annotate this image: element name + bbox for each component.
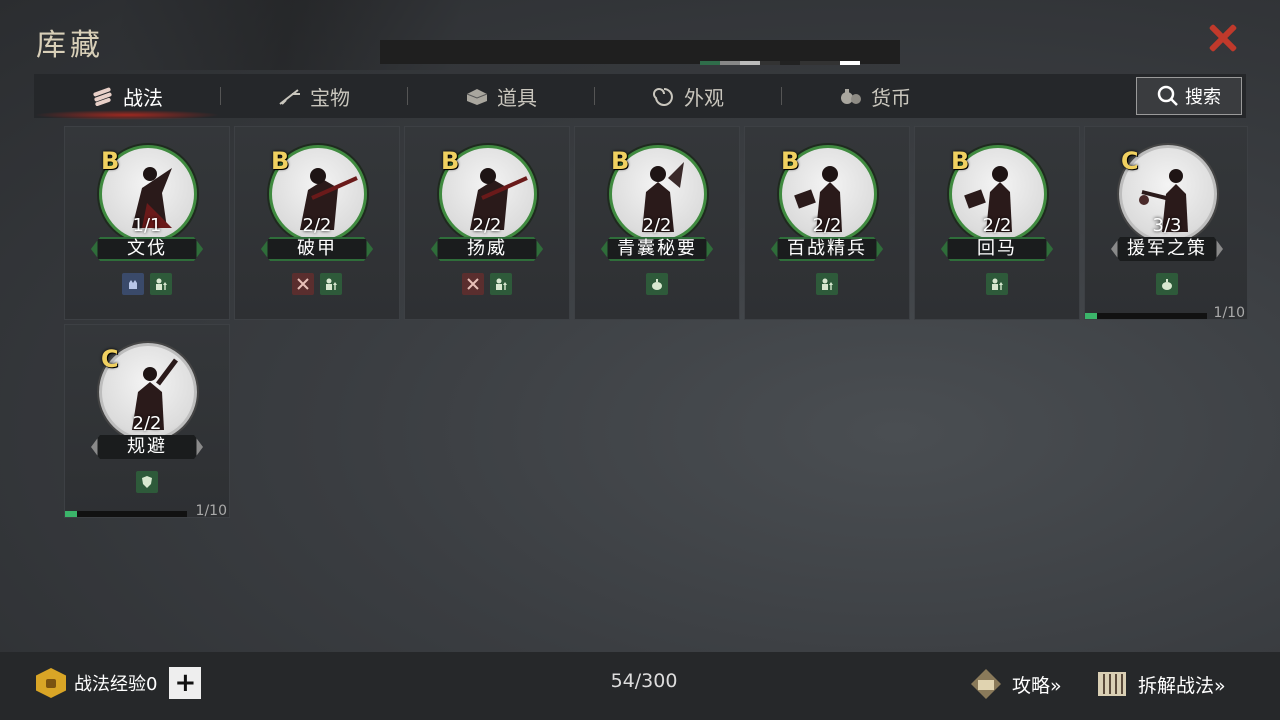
soldier-up-icon xyxy=(490,273,512,295)
disassemble-button[interactable]: 拆解战法» xyxy=(1094,664,1226,704)
disassemble-label: 拆解战法» xyxy=(1138,674,1226,697)
tactic-name: 援军之策 xyxy=(1111,237,1223,261)
tab-label: 宝物 xyxy=(310,85,350,110)
tab-waiguan[interactable]: 外观 xyxy=(595,74,781,118)
tab-baowu[interactable]: 宝物 xyxy=(221,74,407,118)
weapon-icon xyxy=(279,89,300,105)
scroll-bundle-icon xyxy=(93,87,112,106)
soldier-up-icon xyxy=(816,273,838,295)
upgrade-progress-bar xyxy=(65,511,187,517)
teapot-icon xyxy=(1156,273,1178,295)
grade-badge: B xyxy=(611,147,630,175)
strategy-guide-button[interactable]: 攻略» xyxy=(968,664,1062,704)
crossed-swords-icon xyxy=(462,273,484,295)
tactic-card[interactable]: B 2/2 百战精兵 xyxy=(744,126,910,320)
tab-label: 货币 xyxy=(871,85,911,110)
grade-badge: B xyxy=(781,147,800,175)
tactic-card[interactable]: B 2/2 青囊秘要 xyxy=(574,126,740,320)
grade-badge: C xyxy=(1121,147,1139,175)
tactic-count: 2/2 xyxy=(302,215,332,236)
tactic-tags xyxy=(65,471,229,493)
tab-zhanfa[interactable]: 战法 xyxy=(34,74,220,120)
crossed-swords-icon xyxy=(292,273,314,295)
tactic-name: 扬威 xyxy=(431,237,543,261)
inventory-capacity: 54/300 xyxy=(610,670,678,692)
grade-badge: C xyxy=(101,345,119,373)
upgrade-progress-bar xyxy=(1085,313,1207,319)
upgrade-progress-text: 1/10 xyxy=(195,503,227,519)
tactic-count: 2/2 xyxy=(642,215,672,236)
tactic-name: 回马 xyxy=(941,237,1053,261)
search-label: 搜索 xyxy=(1185,87,1221,108)
tactic-tags xyxy=(65,273,229,295)
shield-icon xyxy=(136,471,158,493)
teapot-icon xyxy=(646,273,668,295)
strategy-label: 攻略» xyxy=(1012,674,1062,697)
tactic-card[interactable]: C 3/3 援军之策 1/10 xyxy=(1084,126,1249,321)
tactic-count: 2/2 xyxy=(132,413,162,434)
tactic-count: 2/2 xyxy=(472,215,502,236)
tactic-card[interactable]: B 2/2 扬威 xyxy=(404,126,570,320)
close-button[interactable] xyxy=(1204,20,1240,56)
grade-badge: B xyxy=(271,147,290,175)
tactic-name: 青囊秘要 xyxy=(601,237,713,261)
tactic-card[interactable]: B 2/2 回马 xyxy=(914,126,1080,320)
tactic-name: 文伐 xyxy=(91,237,203,261)
grade-badge: B xyxy=(441,147,460,175)
tactic-tags xyxy=(575,273,739,295)
swirl-icon xyxy=(653,88,673,106)
search-icon xyxy=(1157,85,1178,106)
tab-label: 战法 xyxy=(123,85,163,110)
tactic-name: 规避 xyxy=(91,435,203,459)
hand-icon xyxy=(122,273,144,295)
tactic-card[interactable]: B 2/2 破甲 xyxy=(234,126,400,320)
page-title: 库藏 xyxy=(36,28,104,63)
grade-badge: B xyxy=(101,147,120,175)
money-bag-icon xyxy=(841,89,861,104)
chest-icon xyxy=(466,89,488,105)
tactic-count: 2/2 xyxy=(812,215,842,236)
tactic-count: 2/2 xyxy=(982,215,1012,236)
grade-badge: B xyxy=(951,147,970,175)
tactic-count: 1/1 xyxy=(132,215,162,236)
tab-daoju[interactable]: 道具 xyxy=(408,74,594,118)
tactic-tags xyxy=(235,273,399,295)
soldier-up-icon xyxy=(986,273,1008,295)
tactic-card[interactable]: C 2/2 规避 1/10 xyxy=(64,324,230,519)
tactic-tags xyxy=(915,273,1079,295)
tactic-tags xyxy=(405,273,569,295)
search-button[interactable]: 搜索 xyxy=(1136,77,1242,115)
tactic-tags xyxy=(1085,273,1249,295)
tab-label: 外观 xyxy=(684,85,724,110)
tab-label: 道具 xyxy=(497,85,537,110)
category-tabs: 战法 宝物 道具 外观 货币 搜索 xyxy=(34,74,1246,120)
tab-huobi[interactable]: 货币 xyxy=(782,74,968,118)
tactic-name: 破甲 xyxy=(261,237,373,261)
bottom-bar: 战法经验0 + 54/300 攻略» 拆解战法» xyxy=(0,652,1280,720)
soldier-up-icon xyxy=(320,273,342,295)
top-banner-segments xyxy=(700,61,860,65)
upgrade-progress-text: 1/10 xyxy=(1213,305,1245,321)
book-icon xyxy=(971,669,1001,699)
scroll-icon xyxy=(1098,672,1126,696)
tactic-count: 3/3 xyxy=(1152,215,1182,236)
tactic-name: 百战精兵 xyxy=(771,237,883,261)
tactic-card[interactable]: B 1/1 文伐 xyxy=(64,126,230,320)
tactic-tags xyxy=(745,273,909,295)
soldier-up-icon xyxy=(150,273,172,295)
